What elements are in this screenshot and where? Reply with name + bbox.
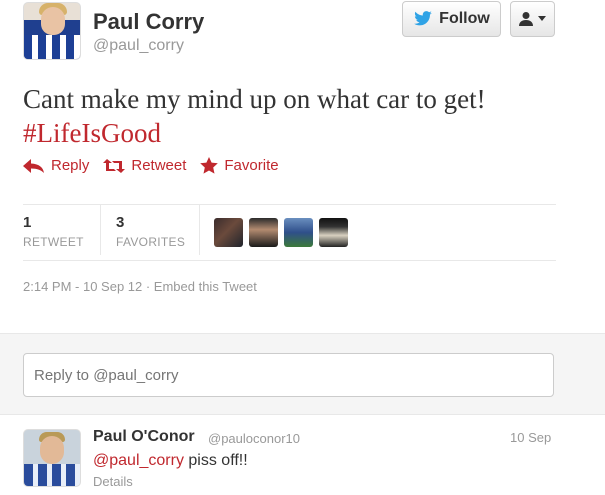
twitter-bird-icon xyxy=(414,11,432,26)
favoriters-avatars xyxy=(214,218,348,247)
favoriter-avatar[interactable] xyxy=(284,218,313,247)
follow-button[interactable]: Follow xyxy=(402,1,501,37)
reply-box-area xyxy=(0,333,605,415)
user-actions-dropdown[interactable] xyxy=(510,1,555,37)
reply-input[interactable] xyxy=(23,353,554,397)
favoriter-avatar[interactable] xyxy=(249,218,278,247)
reply-details-link[interactable]: Details xyxy=(93,474,133,489)
retweet-count: 1 xyxy=(23,214,32,231)
retweet-count-label: RETWEET xyxy=(23,235,84,249)
favoriter-avatar[interactable] xyxy=(214,218,243,247)
divider xyxy=(23,260,556,261)
reply-author-name[interactable]: Paul O'Conor xyxy=(93,428,195,446)
retweet-button[interactable]: Retweet xyxy=(103,157,186,174)
reply-body: piss off!! xyxy=(183,452,248,469)
tweet-body: Cant make my mind up on what car to get! xyxy=(23,84,486,114)
retweet-icon xyxy=(103,158,126,173)
divider xyxy=(23,204,556,205)
author-handle[interactable]: @paul_corry xyxy=(93,37,184,55)
mention-link[interactable]: @paul_corry xyxy=(93,452,184,469)
reply-author-avatar[interactable] xyxy=(23,429,81,487)
favoriter-avatar[interactable] xyxy=(319,218,348,247)
tweet-text: Cant make my mind up on what car to get!… xyxy=(23,82,583,150)
stat-divider xyxy=(199,205,200,255)
star-icon xyxy=(200,157,219,174)
reply-date[interactable]: 10 Sep xyxy=(510,430,551,445)
reply-tweet: Paul O'Conor @pauloconor10 10 Sep @paul_… xyxy=(0,415,605,495)
reply-label: Reply xyxy=(51,157,90,174)
retweet-label: Retweet xyxy=(131,157,187,174)
favorite-button[interactable]: Favorite xyxy=(200,157,279,174)
author-name[interactable]: Paul Corry xyxy=(93,9,204,35)
favorites-stat[interactable]: 3 FAVORITES xyxy=(116,214,185,249)
stat-divider xyxy=(100,205,101,255)
author-avatar[interactable] xyxy=(23,2,81,60)
reply-arrow-icon xyxy=(23,158,44,173)
reply-text: @paul_corry piss off!! xyxy=(93,452,248,470)
favorites-count-label: FAVORITES xyxy=(116,235,186,249)
favorites-count: 3 xyxy=(116,214,125,231)
tweet-container: Paul Corry @paul_corry Follow Cant make … xyxy=(0,0,605,333)
user-icon xyxy=(519,12,533,26)
reply-author-handle[interactable]: @pauloconor10 xyxy=(208,431,300,446)
chevron-down-icon xyxy=(538,16,546,21)
favorite-label: Favorite xyxy=(224,157,279,174)
follow-label: Follow xyxy=(439,10,490,27)
tweet-actions: Reply Retweet Favorite xyxy=(23,157,279,174)
hashtag-link[interactable]: #LifeIsGood xyxy=(23,116,583,150)
reply-button[interactable]: Reply xyxy=(23,157,89,174)
retweet-stat[interactable]: 1 RETWEET xyxy=(23,214,84,249)
tweet-timestamp[interactable]: 2:14 PM - 10 Sep 12 · Embed this Tweet xyxy=(23,279,257,294)
